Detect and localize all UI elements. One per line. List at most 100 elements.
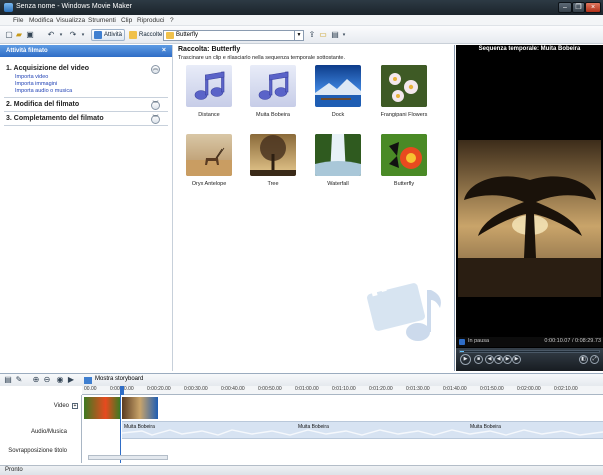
menu-clip[interactable]: Clip	[121, 17, 132, 24]
show-storyboard-button[interactable]: Mostra storyboard	[95, 376, 143, 382]
video-clip-butterfly[interactable]	[84, 397, 120, 419]
ruler-tick: 0:01:00.00	[295, 386, 319, 392]
section-capture-title[interactable]: 1. Acquisizione del video	[6, 65, 89, 72]
ruler-tick: 0:02:10.00	[554, 386, 578, 392]
track-label-video: Video	[53, 403, 69, 409]
open-project-icon[interactable]: ▰	[14, 30, 24, 40]
folder-icon	[129, 31, 137, 39]
timeline-scrollbar[interactable]	[88, 455, 168, 460]
storyboard-toggle-icon[interactable]: ▤	[3, 375, 13, 385]
up-folder-icon[interactable]: ⇪	[307, 30, 317, 40]
ruler-tick: 0:01:50.00	[480, 386, 504, 392]
clip-label: Waterfall	[327, 181, 349, 187]
clip-label: Butterfly	[393, 181, 415, 187]
clip-label: Dock	[331, 112, 345, 118]
link-import-audio[interactable]: Importa audio o musica	[15, 88, 72, 94]
title-bar: Senza nome - Windows Movie Maker – ❐ ×	[0, 0, 603, 15]
ruler-tick: 0:01:20.00	[369, 386, 393, 392]
clip-thumb-oryx[interactable]	[186, 134, 232, 176]
play-button[interactable]: ▶	[460, 354, 471, 365]
seek-bar[interactable]	[459, 350, 600, 353]
zoom-in-icon[interactable]: ⊕	[31, 375, 41, 385]
preview-state-text: In pausa	[468, 338, 490, 344]
rewind-button[interactable]: ◀	[494, 355, 503, 364]
clip-label: Tree	[267, 181, 279, 187]
stop-button[interactable]: ■	[474, 355, 483, 364]
undo-dropdown-icon[interactable]: ▾	[56, 30, 66, 40]
close-button[interactable]: ×	[585, 2, 601, 13]
next-frame-button[interactable]: ▶	[512, 355, 521, 364]
clip-thumb-butterfly[interactable]	[381, 134, 427, 176]
new-project-icon[interactable]: ▢	[4, 30, 14, 40]
playhead-marker[interactable]	[120, 386, 124, 395]
menu-modifica[interactable]: Modifica	[29, 17, 53, 24]
collection-select[interactable]: Butterfly ▼	[163, 30, 304, 41]
ruler-tick: 0:02:00.00	[517, 386, 541, 392]
ruler-tick: 00.00	[84, 386, 97, 392]
zoom-out-icon[interactable]: ⊖	[42, 375, 52, 385]
track-labels: Video + Audio/Musica Sovrapposizione tit…	[0, 395, 82, 463]
menu-strumenti[interactable]: Strumenti	[88, 17, 116, 24]
save-project-icon[interactable]: ▣	[25, 30, 35, 40]
set-audio-levels-icon[interactable]: ✎	[14, 375, 24, 385]
minimize-button[interactable]: –	[558, 2, 572, 13]
redo-icon[interactable]: ↷	[68, 30, 78, 40]
new-folder-icon[interactable]: ▭	[318, 30, 328, 40]
storyboard-icon	[84, 377, 92, 384]
section-finish-title[interactable]: 3. Completamento del filmato	[6, 115, 104, 122]
previous-frame-button[interactable]: ◀	[485, 355, 494, 364]
menu-visualizza[interactable]: Visualizza	[56, 17, 85, 24]
undo-icon[interactable]: ↶	[46, 30, 56, 40]
views-dropdown-icon[interactable]: ▾	[339, 30, 349, 40]
expand-track-icon[interactable]: +	[72, 403, 78, 409]
maximize-button[interactable]: ❐	[572, 2, 585, 13]
audio-clip-label: Muita Bobeira	[124, 424, 155, 430]
play-timeline-icon[interactable]: ▶	[66, 375, 76, 385]
ruler-tick: 0:00:30.00	[184, 386, 208, 392]
ruler-tick: 0:00:40.00	[221, 386, 245, 392]
audio-clip-muita-bobeira[interactable]: Muita Bobeira Muita Bobeira Muita Bobeir…	[122, 421, 603, 439]
tasks-icon	[94, 31, 102, 39]
full-screen-button[interactable]: ⤢	[590, 355, 599, 364]
section-edit-title[interactable]: 2. Modifica del filmato	[6, 101, 79, 108]
collection-instructions: Trascinare un clip e rilasciarlo nella s…	[178, 55, 346, 61]
clip-thumb-dock[interactable]	[315, 65, 361, 107]
tasks-panel-header: Attività filmato ×	[0, 45, 172, 57]
collections-button[interactable]: Raccolte	[126, 29, 162, 41]
redo-dropdown-icon[interactable]: ▾	[78, 30, 88, 40]
preview-monitor: Sequenza temporale: Muita Bobeira In pau…	[456, 45, 603, 371]
audio-clip-label: Muita Bobeira	[470, 424, 501, 430]
menu-bar: File Modifica Visualizza Strumenti Clip …	[0, 15, 603, 26]
close-pane-icon[interactable]: ×	[162, 45, 166, 57]
collection-select-value: Butterfly	[176, 32, 199, 38]
timeline-toolbar: ▤ ✎ ⊕ ⊖ ◉ ▶ Mostra storyboard	[0, 373, 603, 386]
tasks-button-label: Attività	[104, 32, 123, 38]
link-import-video[interactable]: Importa video	[15, 74, 48, 80]
collection-title: Raccolta: Butterfly	[178, 46, 241, 53]
menu-riproduci[interactable]: Riproduci	[137, 17, 164, 24]
pause-indicator-icon	[459, 339, 465, 345]
clip-thumb-frangipani[interactable]	[381, 65, 427, 107]
expand-chevron-icon[interactable]: ︾	[151, 115, 160, 124]
collapse-chevron-icon[interactable]: ︽	[151, 65, 160, 74]
clip-thumb-muita-bobeira[interactable]	[250, 65, 296, 107]
ruler-tick: 0:01:40.00	[443, 386, 467, 392]
tasks-button[interactable]: Attività	[91, 29, 125, 41]
link-import-images[interactable]: Importa immagini	[15, 81, 57, 87]
rewind-timeline-icon[interactable]: ◉	[55, 375, 65, 385]
fast-forward-button[interactable]: ▶	[503, 355, 512, 364]
clip-thumb-tree[interactable]	[250, 134, 296, 176]
ruler-tick: 0:00:50.00	[258, 386, 282, 392]
playhead-line	[120, 395, 121, 463]
video-clip-tree[interactable]	[122, 397, 158, 419]
preview-video-frame	[458, 140, 601, 297]
menu-help[interactable]: ?	[170, 17, 174, 24]
clip-thumb-waterfall[interactable]	[315, 134, 361, 176]
menu-file[interactable]: File	[13, 17, 23, 24]
movie-maker-app-icon	[4, 3, 13, 12]
expand-chevron-icon[interactable]: ︾	[151, 101, 160, 110]
timeline-ruler: 00.00 0:00:10.00 0:00:20.00 0:00:30.00 0…	[82, 386, 603, 395]
split-clip-button[interactable]: ◧	[579, 355, 588, 364]
clip-thumb-distance[interactable]	[186, 65, 232, 107]
audio-clip-label: Muita Bobeira	[298, 424, 329, 430]
